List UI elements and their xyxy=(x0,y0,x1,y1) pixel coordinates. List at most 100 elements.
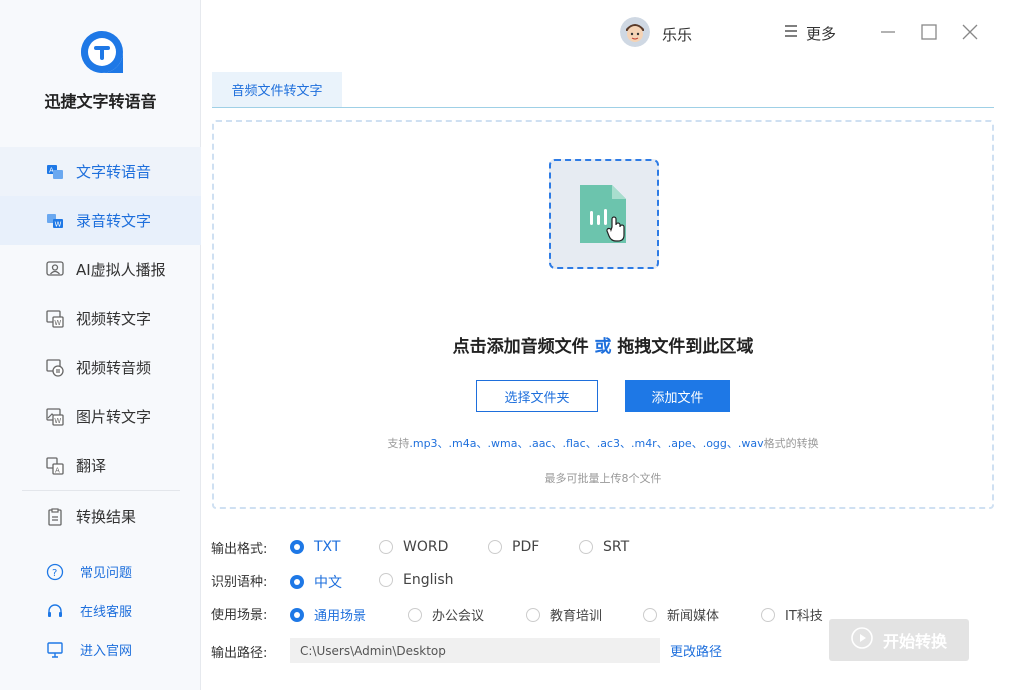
audio-to-text-icon: W xyxy=(46,212,64,230)
tab-bar: 音频文件转文字 xyxy=(212,72,994,108)
sidebar-item-label: 转换结果 xyxy=(76,508,137,526)
svg-text:A: A xyxy=(55,466,60,474)
monitor-icon xyxy=(46,641,64,659)
language-chinese-radio[interactable]: 中文 xyxy=(290,572,342,592)
close-button[interactable] xyxy=(960,22,980,42)
play-icon xyxy=(851,627,873,653)
minimize-icon xyxy=(881,31,895,33)
close-icon xyxy=(962,24,978,40)
output-format-row: 输出格式: xyxy=(211,536,289,558)
svg-text:?: ? xyxy=(52,568,57,579)
sidebar-item-label: 翻译 xyxy=(76,457,107,475)
radio-label: 办公会议 xyxy=(432,609,485,624)
sidebar-item-image-to-text[interactable]: W 图片转文字 xyxy=(0,392,201,441)
online-support-link[interactable]: 在线客服 xyxy=(0,591,201,630)
sidebar-divider xyxy=(22,490,180,491)
help-icon: ? xyxy=(46,563,64,581)
output-path-field[interactable]: C:\Users\Admin\Desktop xyxy=(290,638,660,663)
start-convert-label: 开始转换 xyxy=(882,632,947,651)
sidebar-item-label: 录音转文字 xyxy=(76,212,152,230)
svg-text:W: W xyxy=(54,319,61,327)
radio-label: English xyxy=(403,572,454,588)
maximize-button[interactable] xyxy=(919,22,939,42)
support-suffix: 格式的转换 xyxy=(763,437,819,450)
official-site-label: 进入官网 xyxy=(80,644,133,659)
add-file-button[interactable]: 添加文件 xyxy=(625,380,730,412)
more-menu-button[interactable]: 更多 xyxy=(784,22,836,44)
radio-label: TXT xyxy=(314,539,341,555)
scene-education-radio[interactable]: 教育培训 xyxy=(526,605,602,624)
supported-formats: 支持.mp3、.m4a、.wma、.aac、.flac、.ac3、.m4r、.a… xyxy=(214,435,992,451)
minimize-button[interactable] xyxy=(878,22,898,42)
more-label: 更多 xyxy=(806,24,837,43)
support-formats: .mp3、.m4a、.wma、.aac、.flac、.ac3、.m4r、.ape… xyxy=(409,437,764,450)
sidebar-item-video-to-text[interactable]: W 视频转文字 xyxy=(0,294,201,343)
online-support-label: 在线客服 xyxy=(80,605,133,620)
audio-file-icon xyxy=(580,185,626,243)
radio-label: 通用场景 xyxy=(314,609,367,624)
language-row: 识别语种: xyxy=(211,569,289,591)
language-english-radio[interactable]: English xyxy=(379,572,454,588)
output-path-label: 输出路径: xyxy=(211,645,268,661)
user-name[interactable]: 乐乐 xyxy=(662,24,692,45)
start-convert-button[interactable]: 开始转换 xyxy=(829,619,969,661)
sidebar-item-label: AI虚拟人播报 xyxy=(76,261,166,279)
scene-meeting-radio[interactable]: 办公会议 xyxy=(408,605,484,624)
radio-label: 新闻媒体 xyxy=(667,609,720,624)
format-pdf-radio[interactable]: PDF xyxy=(488,539,539,555)
avatar[interactable] xyxy=(620,17,650,47)
sidebar-item-ai-avatar[interactable]: AI虚拟人播报 xyxy=(0,245,201,294)
drop-zone-title-or: 或 xyxy=(594,337,612,357)
video-to-text-icon: W xyxy=(46,309,64,328)
change-path-link[interactable]: 更改路径 xyxy=(670,641,722,660)
support-prefix: 支持 xyxy=(387,437,410,450)
file-drop-zone[interactable]: 点击添加音频文件 或 拖拽文件到此区域 选择文件夹 添加文件 支持.mp3、.m… xyxy=(212,120,994,509)
radio-label: PDF xyxy=(512,539,540,555)
format-word-radio[interactable]: WORD xyxy=(379,539,448,555)
svg-text:W: W xyxy=(55,220,62,228)
scene-news-radio[interactable]: 新闻媒体 xyxy=(643,605,719,624)
sidebar-item-translate[interactable]: A 翻译 xyxy=(0,441,201,490)
format-srt-radio[interactable]: SRT xyxy=(579,539,629,555)
sidebar-item-text-to-speech[interactable]: A 文字转语音 xyxy=(0,147,201,196)
output-format-label: 输出格式: xyxy=(211,541,268,557)
svg-text:W: W xyxy=(54,417,61,425)
sidebar-links: ? 常见问题 在线客服 进入官网 xyxy=(0,552,201,669)
headset-icon xyxy=(46,602,64,620)
menu-icon xyxy=(784,24,798,42)
sidebar-nav: A 文字转语音 W 录音转文字 AI虚拟人播报 W 视频转文字 视频转音频 W … xyxy=(0,147,201,490)
radio-label: WORD xyxy=(403,539,449,555)
text-to-speech-icon: A xyxy=(46,163,64,181)
upload-limit: 最多可批量上传8个文件 xyxy=(544,472,662,485)
sidebar-item-label: 图片转文字 xyxy=(76,408,152,426)
scene-general-radio[interactable]: 通用场景 xyxy=(290,605,366,624)
ai-avatar-icon xyxy=(46,260,64,279)
language-label: 识别语种: xyxy=(211,574,268,590)
tab-audio-to-text[interactable]: 音频文件转文字 xyxy=(212,72,342,107)
sidebar-item-video-to-audio[interactable]: 视频转音频 xyxy=(0,343,201,392)
select-folder-button[interactable]: 选择文件夹 xyxy=(476,380,598,412)
format-txt-radio[interactable]: TXT xyxy=(290,539,340,555)
add-file-area[interactable] xyxy=(549,159,659,269)
translate-icon: A xyxy=(46,456,64,475)
drop-zone-title-part1: 点击添加音频文件 xyxy=(452,337,589,357)
output-path-row: 输出路径: xyxy=(211,640,289,662)
sidebar-item-label: 视频转音频 xyxy=(76,359,152,377)
sidebar-item-label: 视频转文字 xyxy=(76,310,152,328)
scene-label: 使用场景: xyxy=(211,607,268,623)
radio-label: 教育培训 xyxy=(550,609,603,624)
sidebar-item-audio-to-text[interactable]: W 录音转文字 xyxy=(0,196,201,245)
sidebar-item-result[interactable]: 转换结果 xyxy=(0,492,201,541)
drop-zone-title: 点击添加音频文件 或 拖拽文件到此区域 xyxy=(214,332,992,357)
image-to-text-icon: W xyxy=(46,407,64,426)
faq-label: 常见问题 xyxy=(80,566,133,581)
app-logo-icon xyxy=(79,29,125,75)
radio-label: SRT xyxy=(603,539,630,555)
video-to-audio-icon xyxy=(46,358,64,377)
drop-zone-title-part2: 拖拽文件到此区域 xyxy=(617,337,754,357)
official-site-link[interactable]: 进入官网 xyxy=(0,630,201,669)
faq-link[interactable]: ? 常见问题 xyxy=(0,552,201,591)
result-icon xyxy=(46,507,64,526)
scene-it-radio[interactable]: IT科技 xyxy=(761,605,823,624)
scene-row: 使用场景: xyxy=(211,602,289,624)
